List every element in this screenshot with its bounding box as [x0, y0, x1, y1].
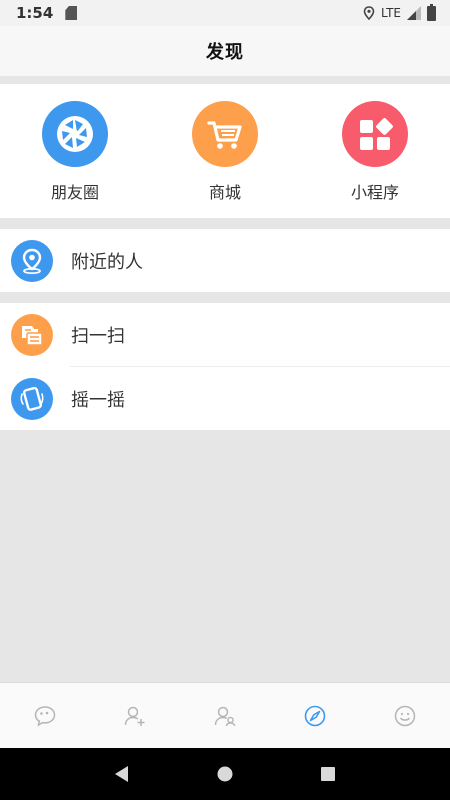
tab-me[interactable] [360, 683, 450, 748]
shopping-cart-icon [192, 101, 258, 167]
shake-phone-icon [11, 377, 53, 420]
compass-icon [304, 705, 326, 726]
battery-icon [427, 3, 436, 21]
chat-icon [34, 705, 56, 727]
feature-grid: 朋友圈 商城 小程序 [0, 84, 450, 218]
nearby-section: 附近的人 [0, 229, 450, 292]
grid-item-moments[interactable]: 朋友圈 [0, 84, 150, 218]
grid-label-shop: 商城 [208, 183, 241, 202]
network-type: LTE [381, 6, 401, 20]
tab-discover[interactable] [270, 683, 360, 748]
add-contact-icon [124, 706, 145, 726]
grid-label-moments: 朋友圈 [50, 183, 99, 202]
location-status-icon [363, 6, 375, 20]
page-title: 发现 [206, 42, 244, 63]
status-right: LTE [363, 3, 436, 21]
status-left: 1:54 [16, 4, 78, 22]
list-item-scan[interactable]: 扫一扫 [0, 303, 450, 366]
status-bar: 1:54 LTE [0, 0, 450, 26]
scan-icon [11, 313, 53, 356]
status-time: 1:54 [16, 4, 54, 22]
sd-card-icon [65, 6, 78, 20]
system-nav-bar [0, 748, 450, 800]
grid-item-mini-program[interactable]: 小程序 [300, 84, 450, 218]
list-item-nearby[interactable]: 附近的人 [0, 229, 450, 292]
header: 发现 [0, 26, 450, 76]
location-pin-icon [11, 239, 53, 282]
contacts-icon [214, 706, 236, 726]
tab-contacts[interactable] [180, 683, 270, 748]
tab-chats[interactable] [0, 683, 90, 748]
tab-add-contact[interactable] [90, 683, 180, 748]
tools-section: 扫一扫 摇一摇 [0, 303, 450, 430]
grid-item-shop[interactable]: 商城 [150, 84, 300, 218]
list-label-nearby: 附近的人 [71, 251, 143, 273]
list-label-shake: 摇一摇 [71, 389, 125, 411]
list-label-scan: 扫一扫 [71, 325, 125, 347]
signal-icon [407, 6, 421, 20]
tab-bar [0, 682, 450, 748]
back-icon[interactable] [113, 765, 131, 783]
moments-aperture-icon [42, 101, 108, 167]
home-icon[interactable] [216, 765, 234, 783]
recents-icon[interactable] [319, 765, 337, 783]
grid-label-mini-program: 小程序 [350, 183, 399, 202]
mini-program-icon [342, 101, 408, 167]
list-item-shake[interactable]: 摇一摇 [0, 367, 450, 430]
smiley-icon [394, 705, 416, 726]
